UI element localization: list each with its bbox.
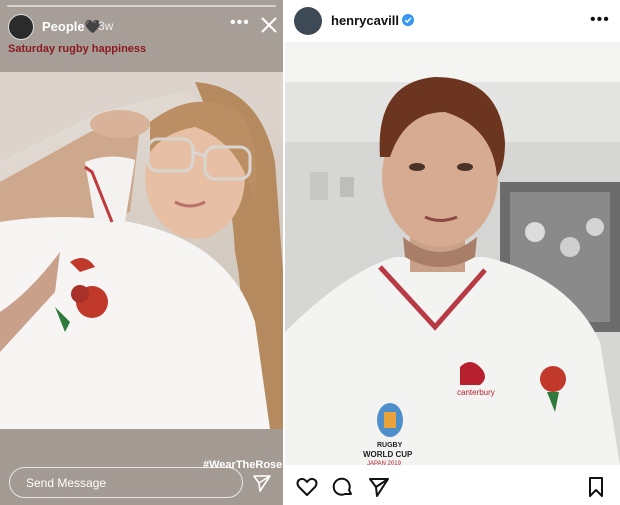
- bookmark-icon[interactable]: [585, 476, 607, 498]
- story-photo: [0, 72, 283, 429]
- heart-icon[interactable]: [296, 476, 318, 498]
- story-timestamp: 3w: [98, 19, 114, 33]
- story-progress-bar: [7, 5, 276, 7]
- post-actions-bar: [285, 468, 620, 505]
- avatar[interactable]: [8, 14, 34, 40]
- paper-plane-icon[interactable]: [252, 473, 272, 493]
- more-options-icon[interactable]: •••: [230, 14, 250, 32]
- story-header: People🖤 3w •••: [0, 8, 283, 44]
- send-message-input[interactable]: Send Message: [9, 467, 243, 498]
- post-photo[interactable]: RUGBY WORLD CUP JAPAN 2019 canterbury: [285, 42, 620, 465]
- story-panel: People🖤 3w ••• Saturday rugby happiness: [0, 0, 283, 505]
- svg-text:RUGBY: RUGBY: [377, 442, 403, 449]
- send-message-placeholder: Send Message: [26, 476, 107, 490]
- story-caption: Saturday rugby happiness: [8, 43, 147, 55]
- svg-text:WORLD CUP: WORLD CUP: [363, 450, 413, 459]
- svg-text:canterbury: canterbury: [457, 388, 495, 397]
- share-icon[interactable]: [368, 476, 390, 498]
- close-icon[interactable]: [258, 14, 280, 36]
- story-username[interactable]: People🖤: [42, 19, 101, 35]
- verified-badge-icon: [402, 14, 414, 26]
- post-header: henrycavill •••: [285, 0, 620, 42]
- comment-icon[interactable]: [332, 476, 354, 498]
- man-in-rugby-shirt-image: RUGBY WORLD CUP JAPAN 2019 canterbury: [285, 42, 620, 465]
- woman-in-rugby-shirt-image: [0, 72, 283, 429]
- post-username[interactable]: henrycavill: [331, 13, 399, 28]
- more-options-icon[interactable]: •••: [590, 11, 610, 29]
- avatar[interactable]: [294, 7, 322, 35]
- svg-text:JAPAN 2019: JAPAN 2019: [367, 461, 402, 465]
- post-panel: henrycavill ••• RUGBY WORLD CUP JAPAN 20…: [285, 0, 620, 505]
